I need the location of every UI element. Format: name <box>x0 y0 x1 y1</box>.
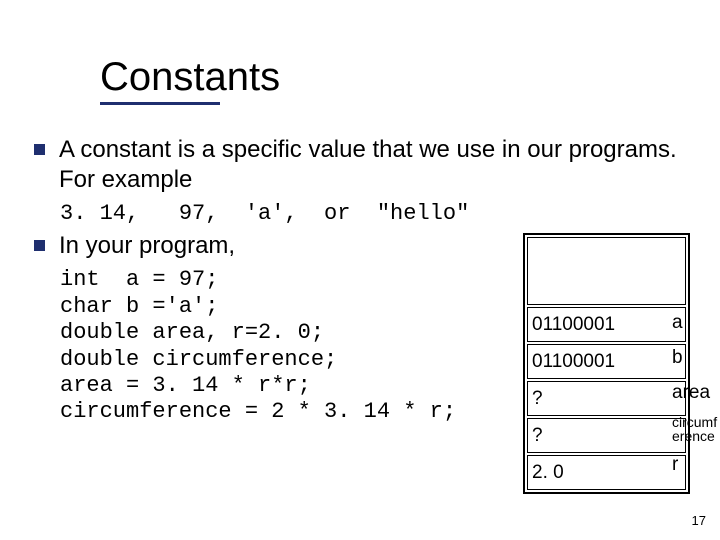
var-label: area <box>672 375 720 410</box>
memory-cell: ? <box>527 418 686 453</box>
var-label: a <box>672 305 720 340</box>
table-row: ? <box>527 418 686 453</box>
table-row: 01100001 <box>527 307 686 342</box>
var-label: circumf erence <box>672 410 720 447</box>
bullet-text: A constant is a specific value that we u… <box>59 135 690 195</box>
var-label: b <box>672 340 720 375</box>
square-bullet-icon <box>34 240 45 251</box>
variable-labels: a b area circumf erence r <box>672 305 720 482</box>
table-row: 2. 0 <box>527 455 686 490</box>
slide-title: Constants <box>100 55 690 100</box>
memory-cell <box>527 237 686 305</box>
page-number: 17 <box>692 513 706 528</box>
slide: Constants A constant is a specific value… <box>0 0 720 540</box>
title-block: Constants <box>100 55 690 105</box>
bullet-text: In your program, <box>59 231 235 261</box>
memory-cell: 01100001 <box>527 344 686 379</box>
table-row: ? <box>527 381 686 416</box>
table-row: 01100001 <box>527 344 686 379</box>
memory-cell: ? <box>527 381 686 416</box>
var-label: r <box>672 447 720 482</box>
table-row <box>527 237 686 305</box>
memory-table: 01100001 01100001 ? ? 2. 0 <box>523 233 690 494</box>
square-bullet-icon <box>34 144 45 155</box>
memory-cell: 01100001 <box>527 307 686 342</box>
title-underline <box>100 102 220 105</box>
bullet-item: A constant is a specific value that we u… <box>34 135 690 195</box>
code-example: 3. 14, 97, 'a', or "hello" <box>60 201 690 227</box>
memory-cell: 2. 0 <box>527 455 686 490</box>
